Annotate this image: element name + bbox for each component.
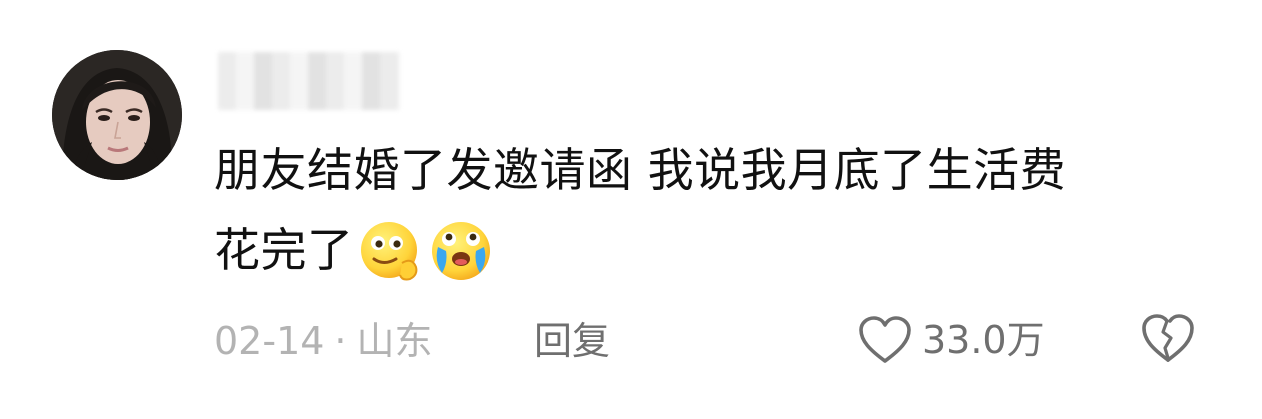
comment-meta: 02-14 · 山东 bbox=[214, 316, 433, 366]
comment-text-line-2: 花完了 bbox=[214, 210, 1194, 290]
comment-text: 朋友结婚了发邀请函 我说我月底了生活费 花完了 bbox=[214, 130, 1194, 290]
avatar[interactable] bbox=[52, 50, 182, 180]
reply-button[interactable]: 回复 bbox=[534, 316, 610, 366]
comment-text-line-1: 朋友结婚了发邀请函 我说我月底了生活费 bbox=[214, 143, 1067, 197]
heart-outline-icon bbox=[859, 316, 911, 363]
comment-date: 02-14 bbox=[214, 319, 325, 363]
dislike-button[interactable] bbox=[1141, 312, 1195, 364]
like-button[interactable]: 33.0万 bbox=[858, 310, 1045, 370]
broken-heart-outline-icon bbox=[1142, 314, 1194, 362]
thinking-face-emoji bbox=[358, 217, 424, 283]
comment-item: 朋友结婚了发邀请函 我说我月底了生活费 花完了 02-14 · 山东 回复 33… bbox=[0, 0, 1262, 419]
comment-location: 山东 bbox=[356, 319, 433, 363]
username-blurred[interactable] bbox=[218, 52, 400, 110]
comment-text-line-2-text: 花完了 bbox=[214, 223, 354, 277]
crying-laugh-emoji bbox=[428, 217, 494, 283]
like-count: 33.0万 bbox=[922, 318, 1045, 362]
meta-separator: · bbox=[334, 319, 347, 363]
